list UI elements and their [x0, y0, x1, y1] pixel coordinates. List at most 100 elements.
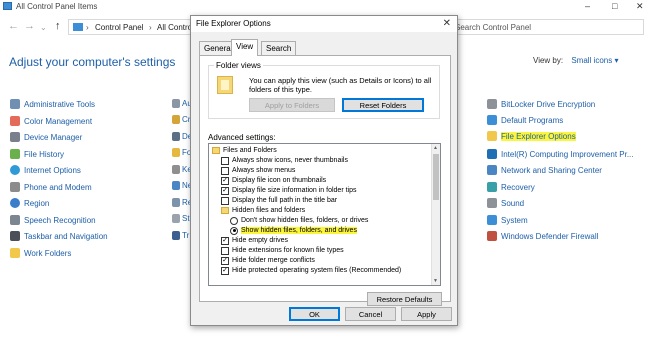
cp-item-color-management[interactable]: Color Management: [10, 115, 92, 127]
minimize-icon[interactable]: –: [585, 1, 590, 11]
advanced-settings-label: Advanced settings:: [208, 133, 276, 142]
checkbox-checked[interactable]: ✓: [221, 236, 229, 245]
folder-views-group: Folder views You can apply this view (su…: [208, 61, 440, 119]
option-always-show-menus[interactable]: Always show menus: [221, 166, 295, 175]
phone-and-modem-icon: [10, 182, 20, 192]
breadcrumb-separator: ›: [149, 23, 152, 32]
radio-unselected[interactable]: [230, 216, 238, 225]
administrative-tools-icon: [10, 99, 20, 109]
apply-to-folders-button[interactable]: Apply to Folders: [249, 98, 335, 112]
autoplay-icon: [172, 99, 180, 108]
work-folders-icon: [10, 248, 20, 258]
dialog-close-icon[interactable]: ✕: [443, 18, 451, 29]
option-show-hidden[interactable]: Show hidden files, folders, and drives: [230, 226, 357, 235]
view-by-dropdown[interactable]: Small icons ▾: [571, 56, 618, 65]
default-programs-icon: [487, 115, 497, 125]
cp-item-bitlocker[interactable]: BitLocker Drive Encryption: [487, 98, 595, 110]
cp-item-taskbar-and-navigation[interactable]: Taskbar and Navigation: [10, 230, 108, 242]
maximize-icon[interactable]: □: [612, 1, 617, 11]
folder-views-description: You can apply this view (such as Details…: [249, 76, 432, 94]
cp-item-internet-options[interactable]: Internet Options: [10, 164, 81, 176]
cp-item-file-history[interactable]: File History: [10, 148, 64, 160]
folder-icon: [212, 147, 220, 154]
cp-item-sound[interactable]: Sound: [487, 197, 524, 209]
cp-item-recovery[interactable]: Recovery: [487, 181, 535, 193]
cp-item-default-programs[interactable]: Default Programs: [487, 114, 563, 126]
forward-arrow-icon[interactable]: →: [24, 20, 35, 32]
view-by-value: Small icons: [571, 56, 613, 65]
cp-item-device-manager[interactable]: Device Manager: [10, 131, 82, 143]
tab-view[interactable]: View: [231, 39, 259, 56]
option-hide-empty-drives[interactable]: ✓ Hide empty drives: [221, 236, 288, 245]
network-sharing-icon: [487, 165, 497, 175]
tab-search[interactable]: Search: [261, 41, 297, 55]
view-by: View by: Small icons ▾: [533, 56, 618, 65]
checkbox-unchecked[interactable]: [221, 156, 229, 165]
option-display-full-path[interactable]: Display the full path in the title bar: [221, 196, 337, 205]
cp-item-network-sharing[interactable]: Network and Sharing Center: [487, 164, 602, 176]
cp-item-speech-recognition[interactable]: Speech Recognition: [10, 214, 96, 226]
checkbox-unchecked[interactable]: [221, 246, 229, 255]
color-management-icon: [10, 116, 20, 126]
intel-icon: [487, 149, 497, 159]
control-panel-icon: [3, 2, 12, 10]
cp-item-work-folders[interactable]: Work Folders: [10, 247, 71, 259]
tree-scrollbar[interactable]: ▲ ▼: [431, 144, 440, 285]
option-dont-show-hidden[interactable]: Don't show hidden files, folders, or dri…: [230, 216, 368, 225]
troubleshooting-icon: [172, 231, 180, 240]
checkbox-checked[interactable]: ✓: [221, 186, 229, 195]
checkbox-checked[interactable]: ✓: [221, 266, 229, 275]
option-display-file-icon[interactable]: ✓ Display file icon on thumbnails: [221, 176, 326, 185]
cp-item-system[interactable]: System: [487, 214, 528, 226]
scroll-up-icon[interactable]: ▲: [433, 145, 438, 151]
checkbox-unchecked[interactable]: [221, 166, 229, 175]
search-placeholder: Search Control Panel: [455, 23, 532, 32]
scroll-down-icon[interactable]: ▼: [433, 278, 438, 284]
view-by-label: View by:: [533, 56, 564, 65]
option-hide-merge-conflicts[interactable]: ✓ Hide folder merge conflicts: [221, 256, 315, 265]
option-always-show-icons[interactable]: Always show icons, never thumbnails: [221, 156, 348, 165]
option-display-file-size[interactable]: ✓ Display file size information in folder…: [221, 186, 357, 195]
radio-selected[interactable]: [230, 226, 238, 235]
cp-item-phone-and-modem[interactable]: Phone and Modem: [10, 181, 92, 193]
storage-spaces-icon: [172, 214, 180, 223]
advanced-settings-tree[interactable]: Files and Folders Always show icons, nev…: [208, 143, 441, 286]
cp-item-intel-computing[interactable]: Intel(R) Computing Improvement Pr...: [487, 148, 634, 160]
option-hide-protected-files[interactable]: ✓ Hide protected operating system files (…: [221, 266, 401, 275]
fonts-icon: [172, 148, 180, 157]
cp-item-file-explorer-options[interactable]: File Explorer Options: [487, 130, 576, 142]
system-monitor-icon: [487, 215, 497, 225]
view-tab-panel: Folder views You can apply this view (su…: [199, 55, 451, 306]
microphone-icon: [10, 215, 20, 225]
option-hide-extensions[interactable]: Hide extensions for known file types: [221, 246, 344, 255]
restore-defaults-button[interactable]: Restore Defaults: [367, 292, 442, 306]
back-arrow-icon[interactable]: ←: [8, 20, 19, 32]
cp-item-region[interactable]: Region: [10, 197, 49, 209]
up-arrow-icon[interactable]: ↑: [55, 20, 61, 32]
cancel-button[interactable]: Cancel: [345, 307, 396, 321]
scrollbar-thumb[interactable]: [433, 154, 439, 200]
recovery-icon: [487, 182, 497, 192]
ok-button[interactable]: OK: [289, 307, 340, 321]
dialog-title: File Explorer Options: [196, 19, 271, 28]
keyboard-icon: [172, 165, 180, 174]
breadcrumb-control-panel[interactable]: Control Panel: [95, 23, 143, 32]
cp-item-administrative-tools[interactable]: Administrative Tools: [10, 98, 95, 110]
reset-folders-button[interactable]: Reset Folders: [342, 98, 424, 112]
cp-item-defender-firewall[interactable]: Windows Defender Firewall: [487, 230, 598, 242]
recent-dropdown-icon[interactable]: ⌄: [40, 23, 47, 32]
internet-options-icon: [10, 165, 20, 175]
apply-button[interactable]: Apply: [401, 307, 452, 321]
checkbox-unchecked[interactable]: [221, 196, 229, 205]
search-input[interactable]: Search Control Panel: [448, 19, 644, 35]
checkbox-checked[interactable]: ✓: [221, 256, 229, 265]
tree-folder-files-and-folders: Files and Folders: [212, 146, 277, 155]
page-title: Adjust your computer's settings: [9, 55, 176, 69]
cp-item-middle-8[interactable]: St: [182, 214, 190, 223]
checkbox-checked[interactable]: ✓: [221, 176, 229, 185]
cp-item-middle-9[interactable]: Tr: [182, 231, 189, 240]
region-globe-icon: [10, 198, 20, 208]
folder-icon: [221, 207, 229, 214]
folder-views-icon: [217, 76, 233, 94]
close-icon[interactable]: ✕: [636, 1, 644, 12]
